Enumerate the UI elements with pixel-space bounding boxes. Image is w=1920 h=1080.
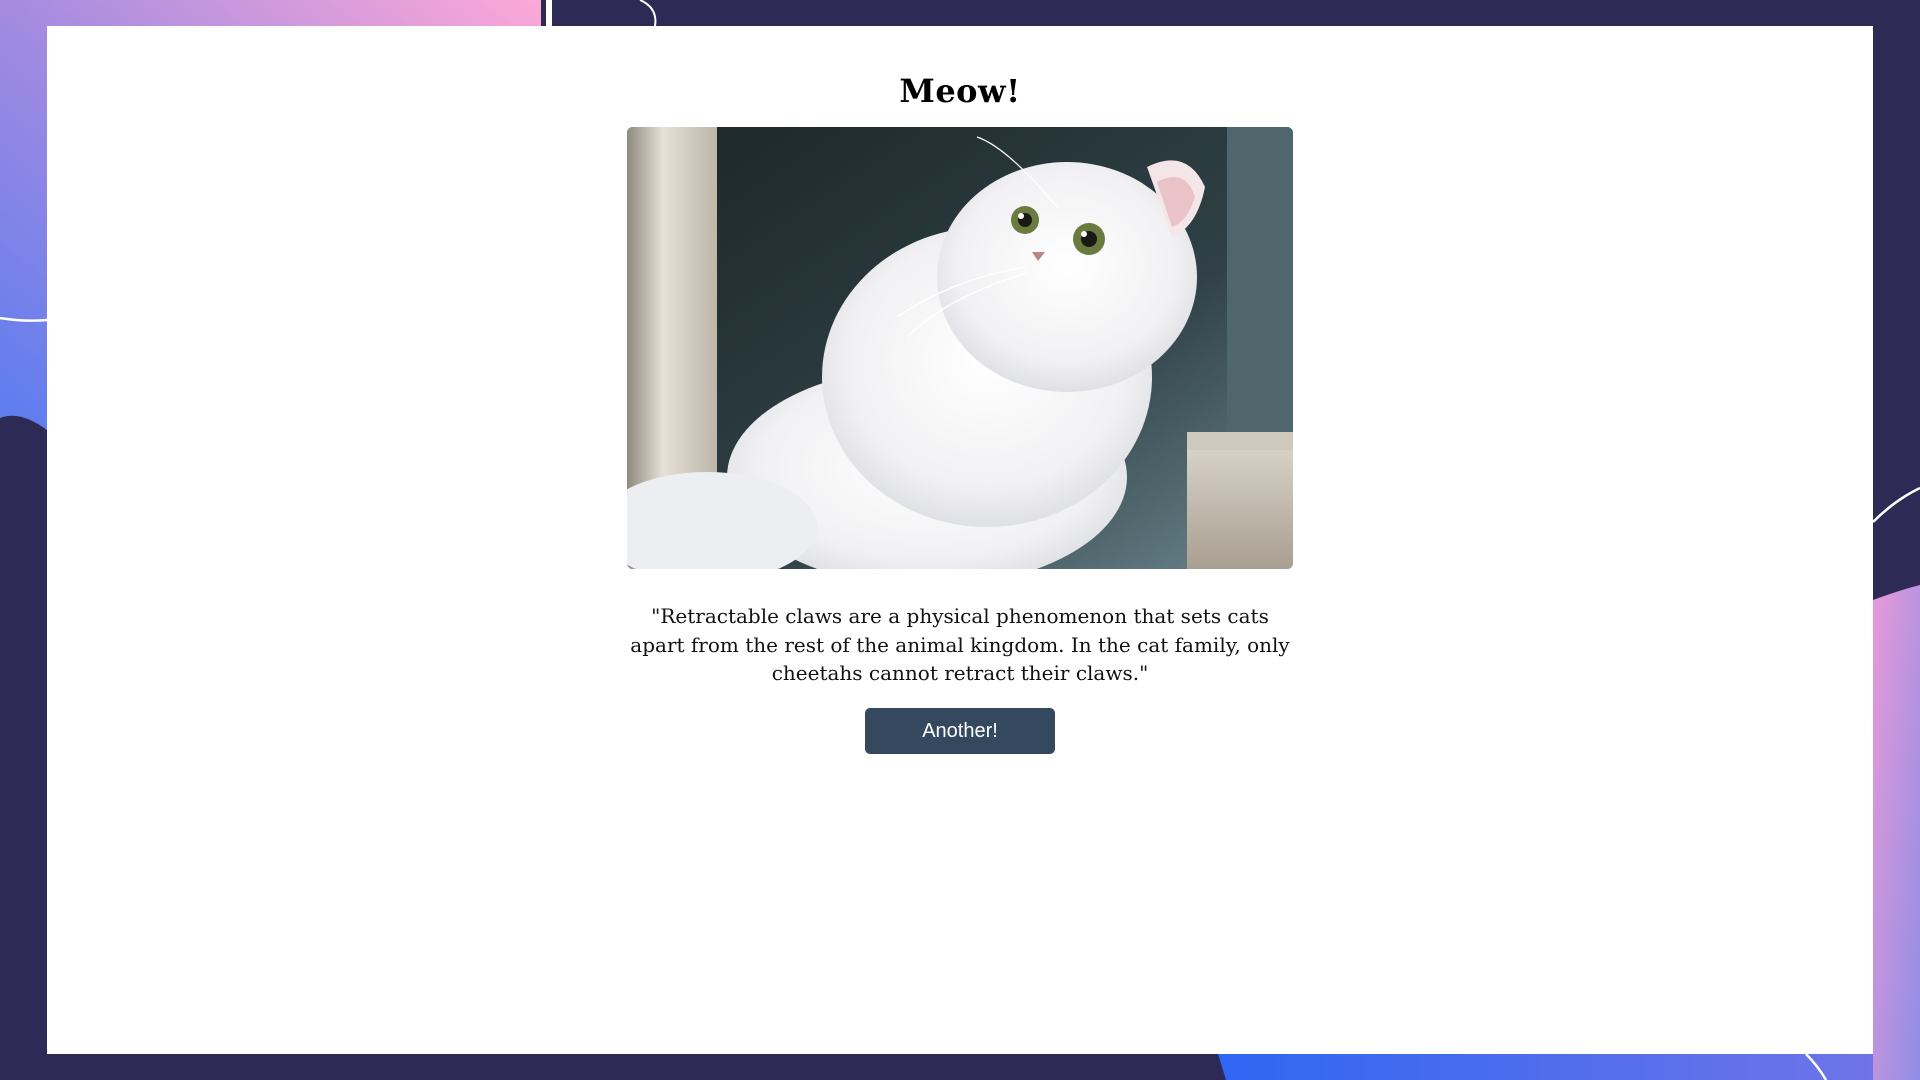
- another-button[interactable]: Another!: [865, 708, 1055, 754]
- bottom-right-blob: [1873, 585, 1920, 1080]
- bottom-blue-blob: [1218, 1054, 1873, 1080]
- cat-photo: [627, 127, 1293, 569]
- cat-fact-text: "Retractable claws are a physical phenom…: [630, 604, 1290, 685]
- page-title: Meow!: [899, 72, 1021, 110]
- main-card: Meow! "Retractable claws are a physical …: [47, 26, 1873, 1054]
